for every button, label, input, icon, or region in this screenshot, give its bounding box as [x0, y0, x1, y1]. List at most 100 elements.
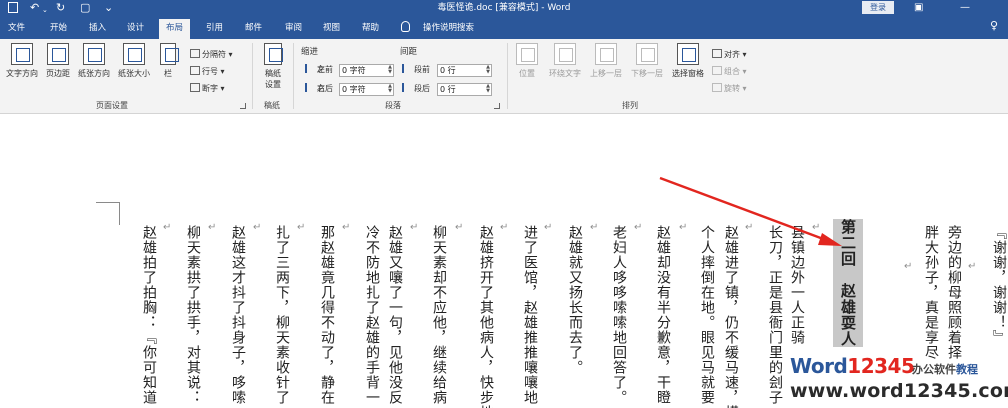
paragraph-mark: ↵: [163, 222, 172, 233]
line-numbers-icon: [190, 66, 200, 75]
indent-title: 缩进: [301, 47, 319, 57]
hyphenation-button[interactable]: 断字 ▾: [190, 83, 225, 94]
breaks-button[interactable]: 分隔符 ▾: [190, 49, 233, 60]
login-button[interactable]: 登录: [862, 1, 894, 14]
tab-file[interactable]: 文件: [8, 22, 25, 34]
text-column[interactable]: 『谢谢，谢谢！』: [990, 225, 1008, 345]
text-column[interactable]: 赵雄这才抖了抖身子，哆嗦: [229, 225, 247, 405]
text-column[interactable]: 赵雄进了镇，仍不缓马速，横: [722, 225, 740, 408]
text-column[interactable]: 赵雄拍了拍胸：『你可知道: [140, 225, 158, 405]
window-title: 毒医怪诡.doc [兼容模式] - Word: [437, 3, 571, 13]
manuscript-settings-button[interactable]: 稿纸设置: [258, 43, 288, 90]
text-column[interactable]: 那赵雄竟几得不动了，静在: [318, 225, 336, 405]
tab-references[interactable]: 引用: [206, 22, 223, 34]
tab-home[interactable]: 开始: [50, 22, 67, 34]
watermark-logo: Word12345: [790, 354, 915, 378]
indent-right-input[interactable]: 0 字符 ▲ ▼: [339, 83, 394, 96]
group-button[interactable]: 组合 ▾: [712, 66, 747, 77]
text-column[interactable]: 赵雄就又扬长而去了。: [566, 225, 584, 375]
paragraph-mark: ↵: [455, 222, 464, 233]
text-column[interactable]: 县镇边外一人正骑: [788, 225, 806, 345]
columns-button[interactable]: 栏: [157, 43, 179, 79]
tab-review[interactable]: 审阅: [285, 22, 302, 34]
indent-left-icon: [305, 64, 315, 73]
spacing-before-input[interactable]: 0 行 ▲ ▼: [437, 64, 492, 77]
tab-layout[interactable]: 布局: [159, 19, 191, 39]
text-column[interactable]: 扎了三两下，柳天素收针了: [273, 225, 291, 405]
text-column[interactable]: 赵雄又嚷了一句，见他没反: [386, 225, 404, 405]
group-separator: [293, 43, 294, 109]
user-icon[interactable]: ♀: [990, 20, 998, 32]
line-numbers-button[interactable]: 行号 ▾: [190, 66, 225, 77]
text-column[interactable]: 老妇人哆哆嗦嗦地回答了。: [610, 225, 628, 405]
tell-me-search[interactable]: 操作说明搜索: [423, 22, 474, 34]
spacing-before-label: 段前: [402, 64, 430, 76]
columns-icon: [160, 43, 179, 65]
text-direction-button[interactable]: 文字方向: [3, 43, 41, 79]
group-separator: [507, 43, 508, 109]
paragraph-mark: ↵: [590, 222, 599, 233]
tab-design[interactable]: 设计: [127, 22, 144, 34]
indent-left-input[interactable]: 0 字符 ▲ ▼: [339, 64, 394, 77]
text-column[interactable]: 赵雄挤开了其他病人，快步地: [477, 225, 495, 408]
margin-corner-mark: [119, 202, 120, 225]
selection-pane-icon: [677, 43, 699, 65]
text-column[interactable]: 柳天素拱了拱手，对其说：: [184, 225, 202, 405]
minimize-icon[interactable]: —: [960, 1, 970, 15]
text-column[interactable]: 胖大孙子，真是享尽: [922, 225, 940, 360]
indent-right-suffix: 之后: [317, 84, 333, 93]
text-column[interactable]: 个人摔倒在地。眼见马就要: [698, 225, 716, 405]
selection-pane-button[interactable]: 选择窗格: [668, 43, 708, 79]
spin-arrows-icon[interactable]: ▲ ▼: [388, 65, 392, 75]
paragraph-mark: ↵: [208, 222, 217, 233]
text-column[interactable]: 进了医馆，赵雄推推嚷嚷地: [521, 225, 539, 405]
rotate-icon: [712, 83, 722, 92]
tab-mailings[interactable]: 邮件: [245, 22, 262, 34]
text-column[interactable]: 旁边的柳母照顾着择: [945, 225, 963, 360]
tab-help[interactable]: 帮助: [362, 22, 379, 34]
spin-arrows-icon[interactable]: ▲ ▼: [388, 84, 392, 94]
paragraph-mark: ↵: [544, 222, 553, 233]
chapter-heading[interactable]: 第二回 赵雄耍人: [833, 219, 863, 347]
ribbon-display-options-icon[interactable]: ▣: [914, 1, 923, 15]
spacing-after-input[interactable]: 0 行 ▲ ▼: [437, 83, 492, 96]
bring-forward-button[interactable]: 上移一层: [586, 43, 626, 79]
text-column[interactable]: 赵雄却没有半分歉意，干瞪: [654, 225, 672, 405]
paragraph-launcher-icon[interactable]: [494, 103, 500, 109]
paragraph-mark: ↵: [904, 261, 913, 272]
lightbulb-icon: [401, 21, 410, 32]
margins-button[interactable]: 页边距: [43, 43, 73, 79]
position-icon: [516, 43, 538, 65]
align-button[interactable]: 对齐 ▾: [712, 49, 747, 60]
tab-insert[interactable]: 插入: [89, 22, 106, 34]
breaks-icon: [190, 49, 200, 58]
margins-icon: [47, 43, 69, 65]
position-button[interactable]: 位置: [514, 43, 540, 79]
text-column[interactable]: 长刀，正是县衙门里的刽子: [766, 225, 784, 405]
page-setup-launcher-icon[interactable]: [240, 103, 246, 109]
ribbon-tabs: 文件 开始 插入 设计 布局 引用 邮件 审阅 视图 帮助 操作说明搜索 ♀: [0, 17, 1008, 39]
paragraph-mark: ↵: [812, 222, 821, 233]
spin-arrows-icon[interactable]: ▲ ▼: [486, 65, 490, 75]
align-icon: [712, 49, 722, 58]
orientation-button[interactable]: 纸张方向: [75, 43, 113, 79]
paper-size-button[interactable]: 纸张大小: [115, 43, 153, 79]
paragraph-mark: ↵: [745, 222, 754, 233]
paper-size-icon: [123, 43, 145, 65]
text-column[interactable]: 冷不防地扎了赵雄的手背一: [363, 225, 381, 405]
paragraph-mark: ↵: [297, 222, 306, 233]
manuscript-group-label: 稿纸: [264, 101, 280, 110]
text-column[interactable]: 柳天素却不应他，继续给病: [430, 225, 448, 405]
wrap-text-button[interactable]: 环绕文字: [544, 43, 586, 79]
paragraph-mark: ↵: [253, 222, 262, 233]
rotate-button[interactable]: 旋转 ▾: [712, 83, 747, 94]
paragraph-group-label: 段落: [385, 101, 401, 110]
spacing-after-label: 段后: [402, 83, 430, 95]
wrap-text-icon: [554, 43, 576, 65]
spacing-title: 间距: [400, 47, 418, 57]
tab-view[interactable]: 视图: [323, 22, 340, 34]
group-separator: [252, 43, 253, 109]
arrange-group-label: 排列: [622, 101, 638, 110]
send-backward-button[interactable]: 下移一层: [627, 43, 667, 79]
spin-arrows-icon[interactable]: ▲ ▼: [486, 84, 490, 94]
